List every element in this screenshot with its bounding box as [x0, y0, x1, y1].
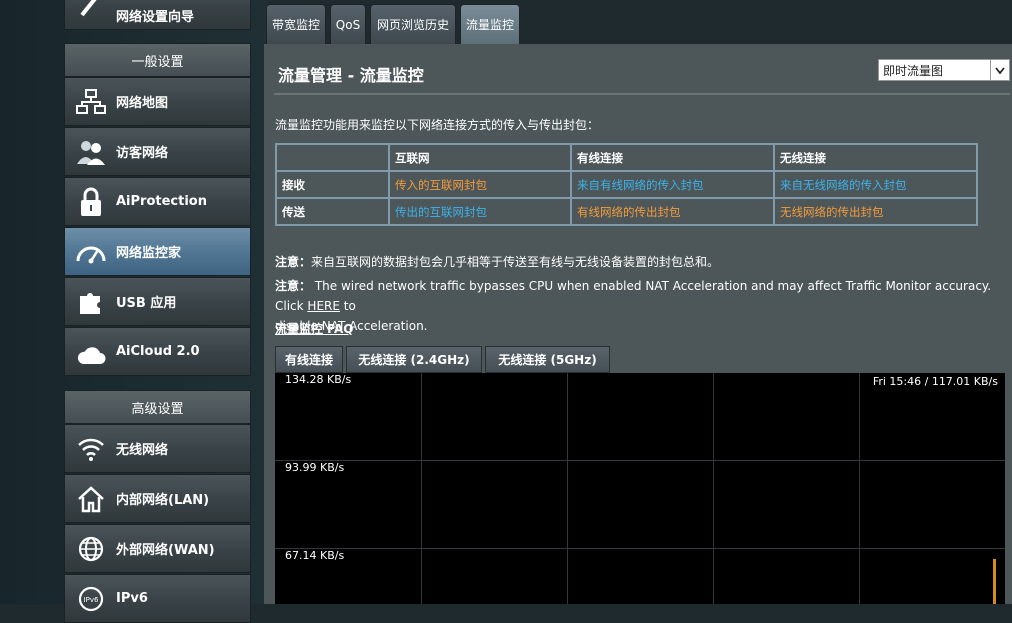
view-select[interactable]: 即时流量图: [878, 59, 1010, 81]
note-text: The wired network traffic bypasses CPU w…: [275, 279, 992, 313]
note-text-after: to: [339, 299, 356, 313]
table-row: 传送 传出的互联网封包 有线网络的传出封包 无线网络的传出封包: [275, 197, 978, 226]
nav-item-network-map[interactable]: 网络地图: [64, 77, 251, 126]
network-map-icon: [74, 85, 108, 119]
nav-label: 访客网络: [116, 146, 169, 161]
table-header-cell: 无线连接: [773, 143, 978, 172]
grid-line: [275, 460, 1005, 461]
subtab-wireless-2g[interactable]: 无线连接 (2.4GHz): [346, 346, 482, 373]
nav-item-wan[interactable]: 外部网络(WAN): [64, 524, 251, 573]
grid-line: [567, 373, 568, 604]
tab-bandwidth-monitor[interactable]: 带宽监控: [266, 4, 326, 44]
table-header-row: 互联网 有线连接 无线连接: [275, 143, 978, 172]
subtab-wireless-5g[interactable]: 无线连接 (5GHz): [485, 346, 610, 373]
gauge-icon: [74, 235, 108, 269]
table-row: 接收 传入的互联网封包 来自有线网络的传入封包 来自无线网络的传入封包: [275, 170, 978, 199]
table-cell: 有线网络的传出封包: [570, 197, 775, 226]
note-prefix: 注意：: [275, 279, 312, 293]
grid-line: [859, 373, 860, 604]
tab-traffic-monitor[interactable]: 流量监控: [460, 4, 520, 44]
nav-item-usb-application[interactable]: USB 应用: [64, 277, 251, 326]
nav-label: 外部网络(WAN): [116, 543, 215, 558]
table-header-cell: [275, 143, 390, 172]
nav-item-network-wizard[interactable]: 网络设置向导: [64, 0, 251, 30]
subtab-wired[interactable]: 有线连接: [275, 346, 343, 373]
packet-table: 互联网 有线连接 无线连接 接收 传入的互联网封包 来自有线网络的传入封包 来自…: [275, 143, 978, 226]
title-divider: [274, 93, 1010, 95]
table-cell: 来自无线网络的传入封包: [773, 170, 978, 199]
nav-label: 网络地图: [116, 96, 169, 111]
view-select-value: 即时流量图: [883, 63, 944, 78]
traffic-graph: 134.28 KB/s 93.99 KB/s 67.14 KB/s Fri 15…: [275, 373, 1005, 604]
puzzle-icon: [74, 285, 108, 319]
table-cell: 来自有线网络的传入封包: [570, 170, 775, 199]
nav-item-lan[interactable]: 内部网络(LAN): [64, 474, 251, 523]
cloud-icon: [74, 335, 108, 369]
nav-item-aicloud[interactable]: AiCloud 2.0: [64, 327, 251, 376]
nav-item-aiprotection[interactable]: AiProtection: [64, 177, 251, 226]
tab-qos[interactable]: QoS: [330, 4, 366, 44]
lock-icon: [74, 185, 108, 219]
chevron-down-icon: [990, 60, 1009, 80]
ipv6-icon: IPv6: [74, 582, 108, 616]
main-content: 流量管理 - 流量监控 即时流量图 流量监控功能用来监控以下网络连接方式的传入与…: [264, 44, 1012, 604]
note-prefix: 注意：: [275, 255, 312, 269]
table-header-cell: 互联网: [388, 143, 572, 172]
traffic-monitor-faq-link[interactable]: 流量监控 FAQ: [275, 320, 354, 337]
grid-line: [275, 548, 1005, 549]
table-header-cell: 有线连接: [570, 143, 775, 172]
note-text: 来自互联网的数据封包会几乎相等于传送至有线与无线设备装置的封包总和。: [311, 255, 720, 269]
traffic-spike: [993, 559, 996, 604]
nav-label: 网络设置向导: [116, 9, 195, 25]
row-label: 接收: [275, 170, 390, 199]
nav-label: 无线网络: [116, 443, 169, 458]
nav-label: AiProtection: [116, 194, 207, 209]
nav-label: 网络监控家: [116, 246, 182, 261]
traffic-readout: Fri 15:46 / 117.01 KB/s: [872, 375, 998, 388]
note-internet-packets: 注意：来自互联网的数据封包会几乎相等于传送至有线与无线设备装置的封包总和。: [275, 253, 719, 270]
nav-label: 内部网络(LAN): [116, 493, 210, 508]
disable-nat-link[interactable]: HERE: [307, 299, 340, 313]
guest-network-icon: [74, 135, 108, 169]
table-cell: 无线网络的传出封包: [773, 197, 978, 226]
y-axis-label: 67.14 KB/s: [285, 549, 345, 562]
nav-item-ipv6[interactable]: IPv6 IPv6: [64, 574, 251, 623]
grid-line: [421, 373, 422, 604]
grid-line: [713, 373, 714, 604]
table-cell: 传入的互联网封包: [388, 170, 572, 199]
wizard-icon: [74, 0, 108, 21]
nav-label: AiCloud 2.0: [116, 344, 200, 359]
nav-item-traffic-analyzer[interactable]: 网络监控家: [64, 227, 251, 276]
y-axis-label: 134.28 KB/s: [285, 373, 352, 386]
nav-item-wireless[interactable]: 无线网络: [64, 424, 251, 473]
description: 流量监控功能用来监控以下网络连接方式的传入与传出封包：: [275, 118, 600, 132]
svg-text:IPv6: IPv6: [84, 596, 99, 604]
nav-label: USB 应用: [116, 296, 177, 311]
row-label: 传送: [275, 197, 390, 226]
page-title: 流量管理 - 流量监控: [278, 66, 424, 85]
table-cell: 传出的互联网封包: [388, 197, 572, 226]
y-axis-label: 93.99 KB/s: [285, 461, 345, 474]
tab-web-history[interactable]: 网页浏览历史: [370, 4, 456, 44]
home-icon: [74, 482, 108, 516]
nav-item-guest-network[interactable]: 访客网络: [64, 127, 251, 176]
sidebar: 网络设置向导 一般设置 网络地图 访客网络 AiProtection 网络监控家…: [0, 0, 268, 623]
wifi-icon: [74, 432, 108, 466]
advanced-settings-header: 高级设置: [64, 390, 251, 424]
note-nat-acceleration: 注意： The wired network traffic bypasses C…: [275, 276, 1005, 336]
top-tab-bar: 带宽监控 QoS 网页浏览历史 流量监控: [264, 0, 1012, 44]
general-settings-header: 一般设置: [64, 43, 251, 77]
globe-icon: [74, 532, 108, 566]
